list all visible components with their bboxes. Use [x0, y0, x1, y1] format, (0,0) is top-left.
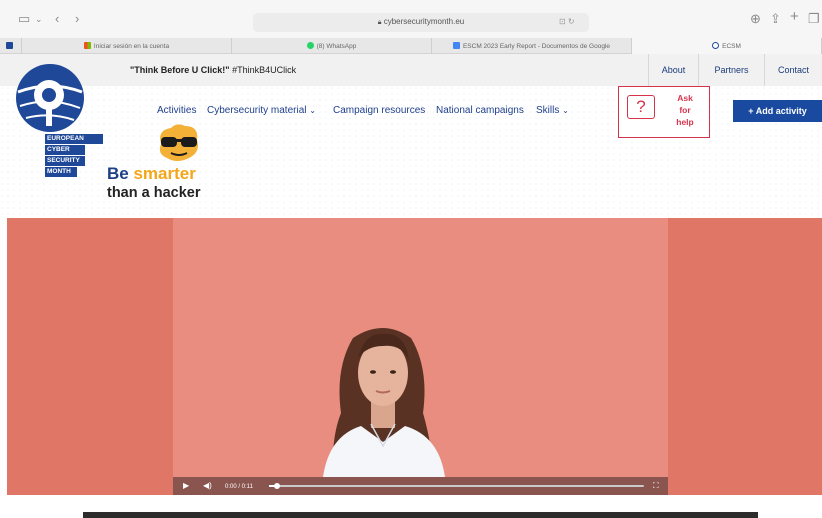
tab-overview-icon[interactable]: ❐	[808, 12, 820, 26]
microsoft-icon	[83, 42, 91, 49]
video-time: 0:00 / 0:11	[225, 484, 253, 490]
video-controls: ▶ ◀︎) 0:00 / 0:11 ⛶	[173, 477, 668, 495]
ecsm-globe-icon	[16, 64, 84, 132]
lock-icon: 🔒︎	[377, 19, 382, 26]
download-icon[interactable]: ⊕	[750, 12, 761, 26]
nav-activities[interactable]: Activities	[157, 105, 196, 116]
volume-icon[interactable]: ◀︎)	[203, 481, 212, 491]
url-text: 🔒︎ cybersecuritymonth.eu	[377, 17, 465, 26]
back-icon[interactable]: ‹	[55, 12, 59, 26]
campaign-slogan-line2: than a hacker	[107, 185, 201, 201]
mascot-icon	[159, 124, 198, 161]
presenter-video-frame	[323, 328, 445, 477]
share-icon[interactable]: ⇪	[770, 12, 781, 26]
reload-icon[interactable]: ⊡ ↻	[559, 17, 575, 26]
campaign-slogan: Be smarter	[107, 164, 196, 183]
hero-banner: ▶ ◀︎) 0:00 / 0:11 ⛶	[7, 218, 822, 495]
nav-skills[interactable]: Skills ⌄	[536, 105, 569, 116]
ecsm-icon	[712, 42, 720, 49]
top-bar: "Think Before U Click!" #ThinkB4UClick A…	[0, 54, 822, 86]
play-icon[interactable]: ▶	[183, 481, 189, 491]
nav-cybersecurity-material[interactable]: Cybersecurity material ⌄	[207, 105, 316, 116]
chevron-down-icon: ⌄	[309, 106, 316, 115]
video-progress-bar[interactable]	[269, 483, 644, 489]
partners-link[interactable]: Partners	[698, 54, 764, 86]
pinned-tab[interactable]	[0, 38, 22, 54]
video-progress-knob[interactable]	[273, 483, 280, 489]
ask-for-help-button[interactable]: ? Ask for help	[618, 86, 710, 138]
tab-ecsm[interactable]: ECSM	[632, 38, 822, 54]
ecsm-logo[interactable]: EUROPEAN CYBER SECURITY MONTH	[14, 62, 103, 182]
whatsapp-icon	[306, 42, 314, 49]
ecsm-pinned-icon	[5, 42, 13, 49]
forward-icon[interactable]: ›	[75, 12, 79, 26]
browser-toolbar: ▭ ⌄ ‹ › 🔒︎ cybersecuritymonth.eu ⊡ ↻ ⊕ ⇪…	[0, 0, 822, 38]
nav-national-campaigns[interactable]: National campaigns	[436, 105, 524, 116]
tab-microsoft[interactable]: Iniciar sesión en la cuenta	[22, 38, 232, 54]
fullscreen-icon[interactable]: ⛶	[653, 481, 659, 491]
new-tab-icon[interactable]: +	[790, 9, 799, 24]
chevron-down-icon: ⌄	[562, 106, 569, 115]
google-docs-icon	[452, 42, 460, 49]
tagline: "Think Before U Click!" #ThinkB4UClick	[130, 65, 297, 75]
contact-link[interactable]: Contact	[764, 54, 822, 86]
nav-campaign-resources[interactable]: Campaign resources	[333, 105, 425, 116]
address-bar[interactable]: 🔒︎ cybersecuritymonth.eu ⊡ ↻	[253, 13, 589, 32]
help-label: Ask for help	[676, 93, 694, 127]
sidebar-toggle-icon[interactable]: ▭	[18, 12, 30, 26]
site-header: "Think Before U Click!" #ThinkB4UClick A…	[0, 54, 822, 216]
question-bubble-icon: ?	[627, 95, 655, 119]
tab-whatsapp[interactable]: (8) WhatsApp	[232, 38, 432, 54]
tab-bar: Iniciar sesión en la cuenta (8) WhatsApp…	[0, 38, 822, 54]
about-link[interactable]: About	[648, 54, 698, 86]
chevron-down-icon[interactable]: ⌄	[35, 12, 43, 26]
video-player[interactable]: ▶ ◀︎) 0:00 / 0:11 ⛶	[173, 218, 668, 495]
add-activity-button[interactable]: + Add activity	[733, 100, 822, 122]
tab-google-docs[interactable]: ESCM 2023 Early Report - Documentos de G…	[432, 38, 632, 54]
next-section-edge	[83, 512, 758, 518]
